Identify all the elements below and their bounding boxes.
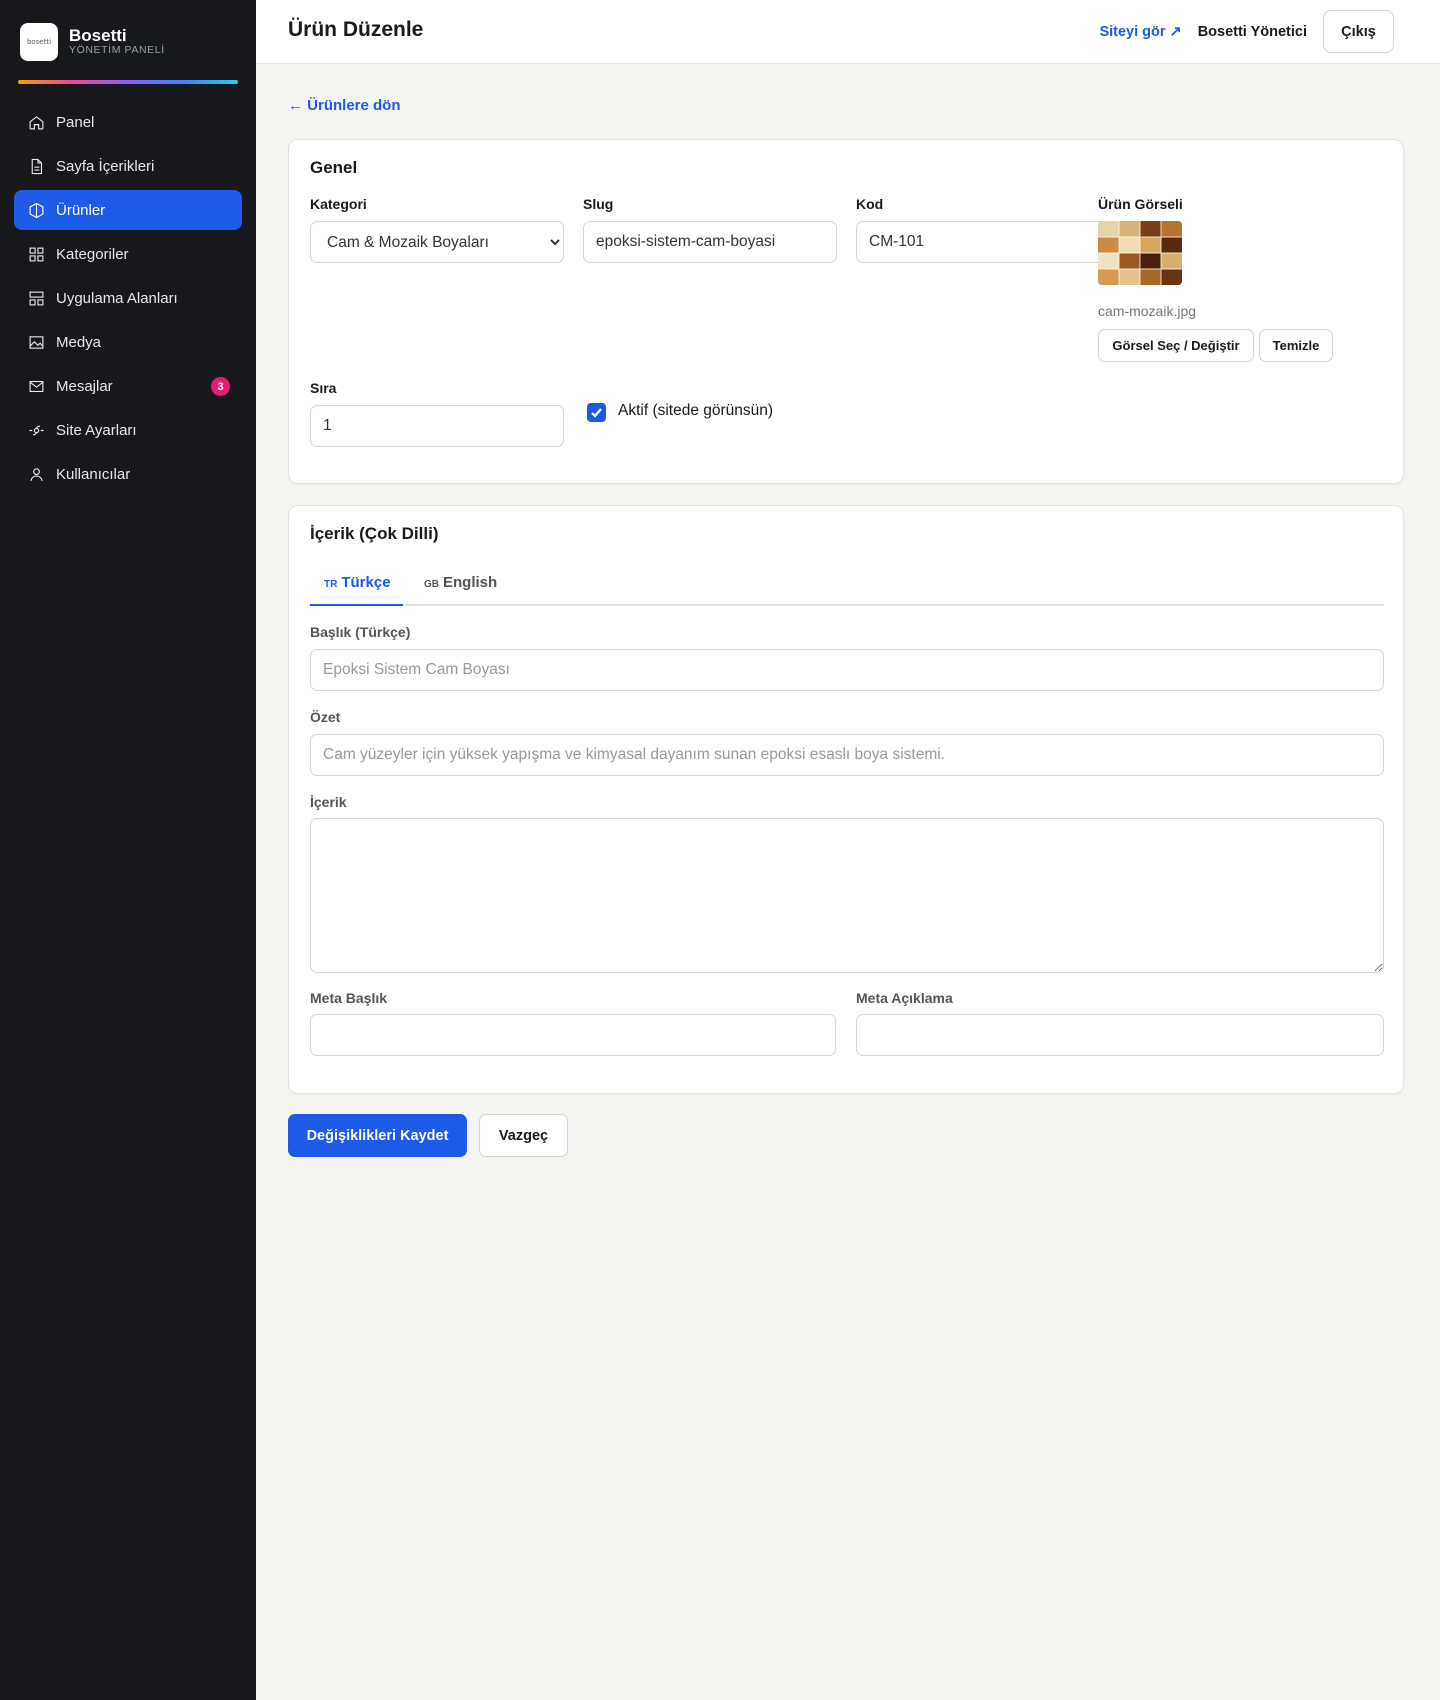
sidebar-item-label: Site Ayarları bbox=[56, 421, 137, 439]
title-tr-label: Başlık (Türkçe) bbox=[310, 624, 411, 640]
content-card: İçerik (Çok Dilli) TR Türkçe GB English Ba… bbox=[288, 505, 1404, 1094]
sidebar: bosetti Bosetti YÖNETİM PANELİ Panel Say… bbox=[0, 0, 256, 1700]
cancel-button[interactable]: Vazgeç bbox=[479, 1114, 568, 1157]
order-input[interactable] bbox=[310, 405, 564, 447]
brand-accent-bar bbox=[18, 80, 238, 84]
home-icon bbox=[27, 113, 45, 131]
category-label: Kategori bbox=[310, 196, 367, 212]
general-card-title: Genel bbox=[310, 158, 358, 177]
tab-label: English bbox=[443, 574, 498, 591]
messages-count-badge: 3 bbox=[211, 377, 230, 396]
code-label: Kod bbox=[856, 196, 884, 212]
back-to-products-link[interactable]: ← Ürünlere dön bbox=[288, 97, 401, 114]
meta-title-label: Meta Başlık bbox=[310, 990, 388, 1006]
page-title: Ürün Düzenle bbox=[288, 18, 424, 41]
body-textarea[interactable] bbox=[310, 818, 1384, 973]
active-checkbox-label[interactable]: Aktif (sitede görünsün) bbox=[618, 402, 773, 420]
sidebar-item-label: Ürünler bbox=[56, 201, 106, 219]
sidebar-item-products[interactable]: Ürünler bbox=[14, 190, 242, 230]
tab-turkish[interactable]: TR Türkçe bbox=[324, 574, 391, 591]
sidebar-item-categories[interactable]: Kategoriler bbox=[14, 234, 242, 274]
sidebar-item-page-contents[interactable]: Sayfa İçerikleri bbox=[14, 146, 242, 186]
product-image-filename: cam-mozaik.jpg bbox=[1098, 303, 1197, 319]
sidebar-item-application-areas[interactable]: Uygulama Alanları bbox=[14, 278, 242, 318]
product-image-thumbnail bbox=[1098, 221, 1182, 285]
sidebar-item-label: Mesajlar bbox=[56, 377, 113, 395]
tab-english[interactable]: GB English bbox=[424, 574, 497, 591]
brand[interactable]: bosetti Bosetti YÖNETİM PANELİ bbox=[0, 0, 256, 62]
sidebar-item-site-settings[interactable]: Site Ayarları bbox=[14, 410, 242, 450]
code-input[interactable] bbox=[856, 221, 1110, 263]
sidebar-nav: Panel Sayfa İçerikleri Ürünler Kategoril… bbox=[14, 102, 242, 498]
grid-icon bbox=[27, 245, 45, 263]
sidebar-item-messages[interactable]: Mesajlar 3 bbox=[14, 366, 242, 406]
sidebar-item-media[interactable]: Medya bbox=[14, 322, 242, 362]
brand-subtitle: YÖNETİM PANELİ bbox=[69, 44, 165, 56]
active-tab-indicator bbox=[310, 604, 403, 606]
language-tabs: TR Türkçe GB English bbox=[310, 563, 1384, 606]
settings-icon bbox=[27, 421, 45, 439]
current-user-name: Bosetti Yönetici bbox=[1197, 23, 1307, 40]
logout-button[interactable]: Çıkış bbox=[1323, 10, 1394, 53]
sidebar-item-panel[interactable]: Panel bbox=[14, 102, 242, 142]
meta-title-input[interactable] bbox=[310, 1014, 836, 1056]
brand-name: Bosetti bbox=[69, 26, 127, 45]
content-card-title: İçerik (Çok Dilli) bbox=[310, 524, 439, 543]
slug-label: Slug bbox=[583, 196, 614, 212]
sidebar-item-label: Kullanıcılar bbox=[56, 465, 131, 483]
product-image-label: Ürün Görseli bbox=[1098, 196, 1183, 212]
save-changes-button[interactable]: Değişiklikleri Kaydet bbox=[288, 1114, 467, 1157]
summary-label: Özet bbox=[310, 709, 341, 725]
user-icon bbox=[27, 465, 45, 483]
image-icon bbox=[27, 333, 45, 351]
summary-input[interactable] bbox=[310, 734, 1384, 776]
document-icon bbox=[27, 157, 45, 175]
sidebar-item-label: Sayfa İçerikleri bbox=[56, 157, 155, 175]
sidebar-item-label: Uygulama Alanları bbox=[56, 289, 178, 307]
check-icon bbox=[591, 408, 602, 418]
mail-icon bbox=[27, 377, 45, 395]
sidebar-item-label: Medya bbox=[56, 333, 102, 351]
title-tr-input[interactable] bbox=[310, 649, 1384, 691]
topbar: Ürün Düzenle Siteyi gör ↗ Bosetti Yöneti… bbox=[256, 0, 1440, 64]
body-label: İçerik bbox=[310, 794, 347, 810]
meta-description-input[interactable] bbox=[856, 1014, 1384, 1056]
meta-description-label: Meta Açıklama bbox=[856, 990, 953, 1006]
slug-input[interactable] bbox=[583, 221, 837, 263]
choose-image-button[interactable]: Görsel Seç / Değiştir bbox=[1098, 329, 1254, 362]
layout-icon bbox=[27, 289, 45, 307]
view-site-link[interactable]: Siteyi gör ↗ bbox=[1099, 24, 1181, 40]
active-checkbox[interactable] bbox=[587, 403, 606, 422]
clear-image-button[interactable]: Temizle bbox=[1259, 329, 1333, 362]
brand-logo: bosetti bbox=[20, 23, 58, 61]
sidebar-item-label: Panel bbox=[56, 113, 95, 131]
order-label: Sıra bbox=[310, 380, 337, 396]
tab-label: Türkçe bbox=[341, 574, 391, 591]
sidebar-item-users[interactable]: Kullanıcılar bbox=[14, 454, 242, 494]
sidebar-item-label: Kategoriler bbox=[56, 245, 129, 263]
flag-tr-icon: TR bbox=[324, 579, 338, 590]
category-select[interactable]: Cam & Mozaik Boyaları bbox=[310, 221, 564, 263]
flag-gb-icon: GB bbox=[424, 579, 439, 590]
general-card: Genel Kategori Cam & Mozaik Boyaları Slu… bbox=[288, 139, 1404, 484]
box-icon bbox=[27, 201, 45, 219]
